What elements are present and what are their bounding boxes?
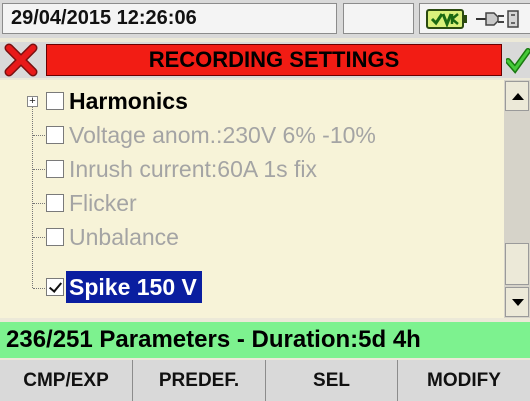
parameters-duration-info: 236/251 Parameters - Duration:5d 4h <box>0 322 530 358</box>
status-indicator-box <box>343 3 414 34</box>
checkbox[interactable] <box>46 160 64 178</box>
confirm-button[interactable] <box>505 45 530 75</box>
close-icon <box>2 43 40 81</box>
function-key-bar: CMP/EXP PREDEF. SEL MODIFY <box>0 360 530 401</box>
list-item-label: Harmonics <box>69 88 188 114</box>
scroll-down-arrow-icon[interactable] <box>505 287 529 317</box>
list-item-spike[interactable]: Spike 150 V <box>0 270 504 304</box>
list-item-label: Inrush current:60A 1s fix <box>69 156 318 182</box>
list-item-harmonics[interactable]: Harmonics <box>0 84 504 118</box>
checkbox[interactable] <box>46 194 64 212</box>
status-bar: 29/04/2015 12:26:06 <box>0 0 530 38</box>
parameter-list: + Harmonics Voltage anom.:230V 6% -10% I… <box>0 80 504 318</box>
list-item-unbalance[interactable]: Unbalance <box>0 220 504 254</box>
title-bar: RECORDING SETTINGS <box>0 42 530 78</box>
checkmark-icon <box>505 48 530 79</box>
page-title: RECORDING SETTINGS <box>46 44 502 76</box>
predef-button[interactable]: PREDEF. <box>133 360 266 401</box>
modify-button[interactable]: MODIFY <box>398 360 530 401</box>
battery-icon <box>426 9 468 34</box>
power-status-box <box>419 3 530 34</box>
cmp-exp-button[interactable]: CMP/EXP <box>0 360 133 401</box>
close-button[interactable] <box>2 43 40 77</box>
sel-button[interactable]: SEL <box>266 360 398 401</box>
vertical-scrollbar[interactable] <box>504 80 530 318</box>
checkbox[interactable] <box>46 126 64 144</box>
power-plug-icon <box>474 9 524 34</box>
scrollbar-thumb[interactable] <box>505 243 529 285</box>
checkbox[interactable] <box>46 92 64 110</box>
list-item-label: Flicker <box>69 190 137 216</box>
list-item-label: Voltage anom.:230V 6% -10% <box>69 122 376 148</box>
checkbox-checked[interactable] <box>46 278 64 296</box>
instrument-screen: 29/04/2015 12:26:06 RECORDING SETTINGS +… <box>0 0 530 401</box>
scroll-up-arrow-icon[interactable] <box>505 81 529 111</box>
checkbox[interactable] <box>46 228 64 246</box>
list-item-label: Unbalance <box>69 224 179 250</box>
list-item-label-selected: Spike 150 V <box>66 271 202 303</box>
list-item-flicker[interactable]: Flicker <box>0 186 504 220</box>
datetime-display: 29/04/2015 12:26:06 <box>2 3 337 34</box>
list-item-voltage-anomaly[interactable]: Voltage anom.:230V 6% -10% <box>0 118 504 152</box>
list-item-inrush-current[interactable]: Inrush current:60A 1s fix <box>0 152 504 186</box>
